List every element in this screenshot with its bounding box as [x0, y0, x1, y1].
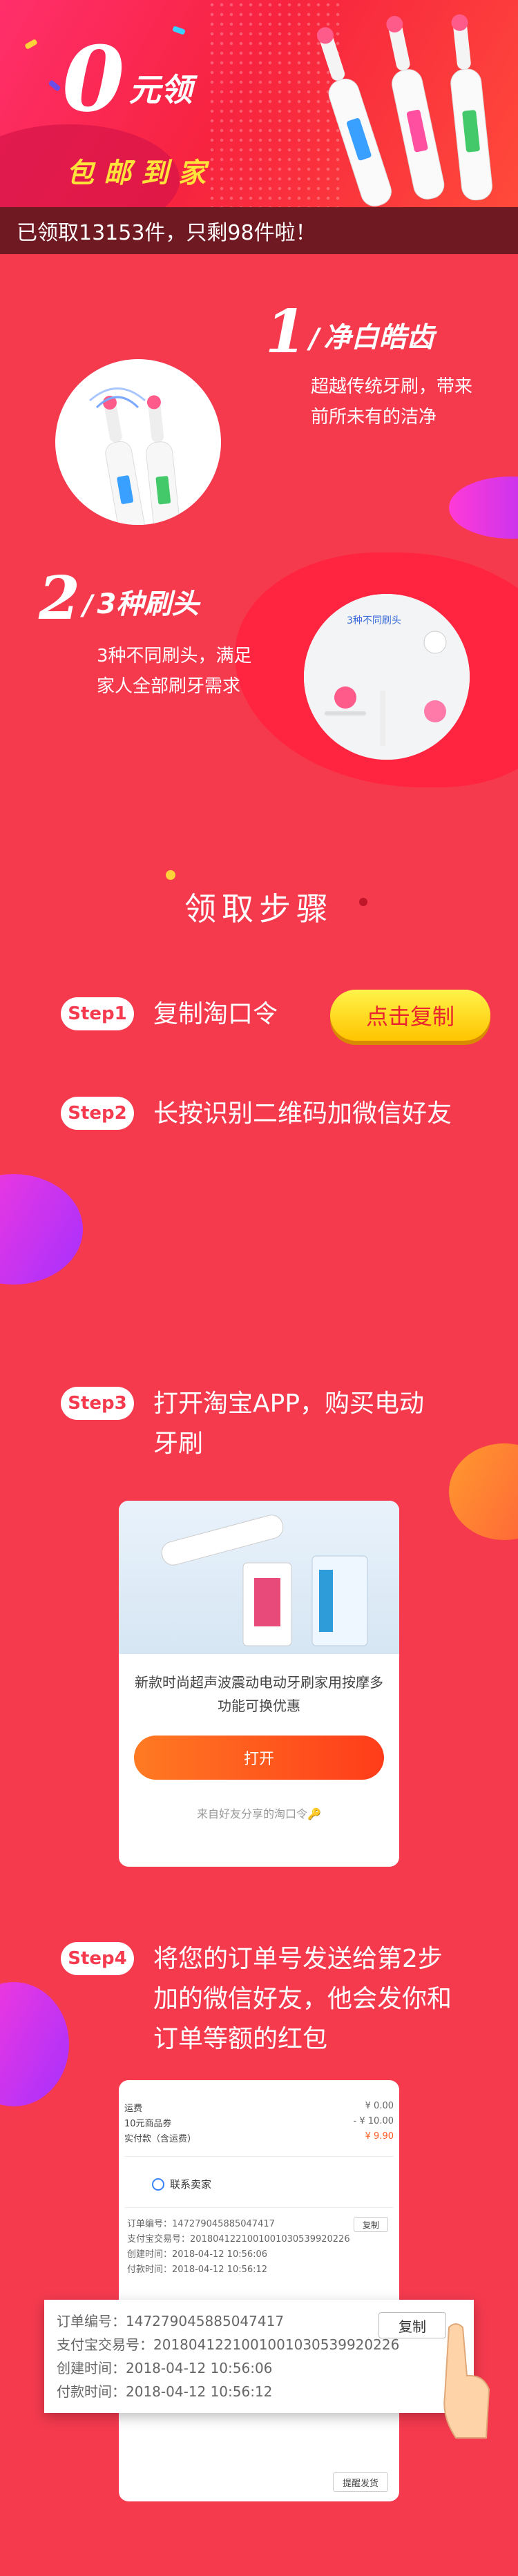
- chat-icon: [152, 2178, 164, 2191]
- zoom-order-number: 订单编号：147279045885047417: [57, 2313, 285, 2329]
- open-button[interactable]: 打开: [134, 1736, 384, 1780]
- claimed-status-bar: 已领取13153件，只剩98件啦！: [0, 207, 518, 254]
- confetti: [24, 39, 38, 50]
- blob-magenta: [449, 477, 518, 539]
- order-zoom-panel: 订单编号：147279045885047417 支付宝交易号：201804122…: [44, 2300, 474, 2413]
- step3-badge: Step3: [61, 1387, 134, 1420]
- order-details: 订单编号：147279045885047417 支付宝交易号：201804122…: [127, 2219, 350, 2275]
- toothbrush-image: [316, 14, 492, 206]
- step2-text: 长按识别二维码加微信好友: [153, 1099, 452, 1128]
- paid-row: 实付款（含运费） ¥ 9.90: [124, 2131, 394, 2144]
- feature1-photo: [55, 359, 221, 525]
- pointing-hand-icon: [443, 2323, 490, 2439]
- dot-yellow: [166, 870, 175, 880]
- page: 0 元领 包邮到家 已领取13153件，只剩98件啦！ 1 / 净白皓齿 超越传…: [0, 0, 518, 2576]
- feature2-title: 2 / 3种刷头: [39, 564, 200, 633]
- feature2-desc: 3种不同刷头，满足 家人全部刷牙需求: [97, 646, 252, 697]
- feature1-title: 1 / 净白皓齿: [265, 297, 434, 367]
- confetti: [172, 26, 186, 35]
- share-footnote: 来自好友分享的淘口令🔑: [197, 1807, 321, 1820]
- step1-badge: Step1: [61, 997, 134, 1030]
- zoom-paid-time: 付款时间：2018-04-12 10:56:12: [57, 2383, 273, 2400]
- copy-code-button[interactable]: 点击复制: [330, 990, 490, 1041]
- contact-seller-button[interactable]: 联系卖家: [152, 2177, 211, 2191]
- divider: [124, 2156, 394, 2157]
- divider: [124, 2207, 394, 2208]
- taobao-share-card: 新款时尚超声波震动电动牙刷家用按摩多功能可换优惠 打开 来自好友分享的淘口令🔑: [119, 1501, 399, 1867]
- feature2-photo-caption: 3种不同刷头: [347, 615, 401, 626]
- step4-text: 将您的订单号发送给第2步 加的微信好友，他会发你和 订单等额的红包: [153, 1945, 452, 2053]
- remind-shipping-button[interactable]: 提醒发货: [333, 2472, 388, 2492]
- coupon-row: 10元商品券 - ¥ 10.00: [124, 2116, 394, 2129]
- step4-badge: Step4: [61, 1942, 134, 1975]
- copy-order-button[interactable]: 复制: [354, 2217, 388, 2232]
- fee-row: 运费 ¥ 0.00: [124, 2101, 394, 2114]
- hero-yuan: 元领: [128, 71, 193, 108]
- feature1-desc: 超越传统牙刷，带来 前所未有的洁净: [311, 376, 473, 427]
- order-detail-card: 运费 ¥ 0.00 10元商品券 - ¥ 10.00 实付款（含运费） ¥ 9.90 …: [119, 2080, 399, 2501]
- blob-left-purple-2: [0, 1982, 69, 2106]
- product-description: 新款时尚超声波震动电动牙刷家用按摩多功能可换优惠: [135, 1674, 383, 1714]
- step1-text: 复制淘口令: [153, 1000, 278, 1028]
- step3-text: 打开淘宝APP，购买电动 牙刷: [153, 1390, 425, 1458]
- claimed-status-text: 已领取13153件，只剩98件啦！: [17, 221, 316, 245]
- step2-badge: Step2: [61, 1097, 134, 1130]
- blob-left-purple: [0, 1174, 83, 1285]
- hero-title: 0 元领: [62, 26, 193, 132]
- feature2-photo: 3种不同刷头: [304, 594, 470, 760]
- blob-right-orange: [449, 1443, 518, 1540]
- product-photo: [119, 1501, 399, 1654]
- confetti: [48, 79, 61, 92]
- zoom-alipay-number: 支付宝交易号：2018041221001001030539920226: [57, 2336, 400, 2353]
- hero-subtitle: 包邮到家: [66, 157, 215, 189]
- steps-section-title: 领取步骤: [184, 890, 334, 927]
- hero-banner: 0 元领 包邮到家: [0, 0, 518, 207]
- hero-zero: 0: [62, 26, 125, 132]
- zoom-created-time: 创建时间：2018-04-12 10:56:06: [57, 2360, 273, 2376]
